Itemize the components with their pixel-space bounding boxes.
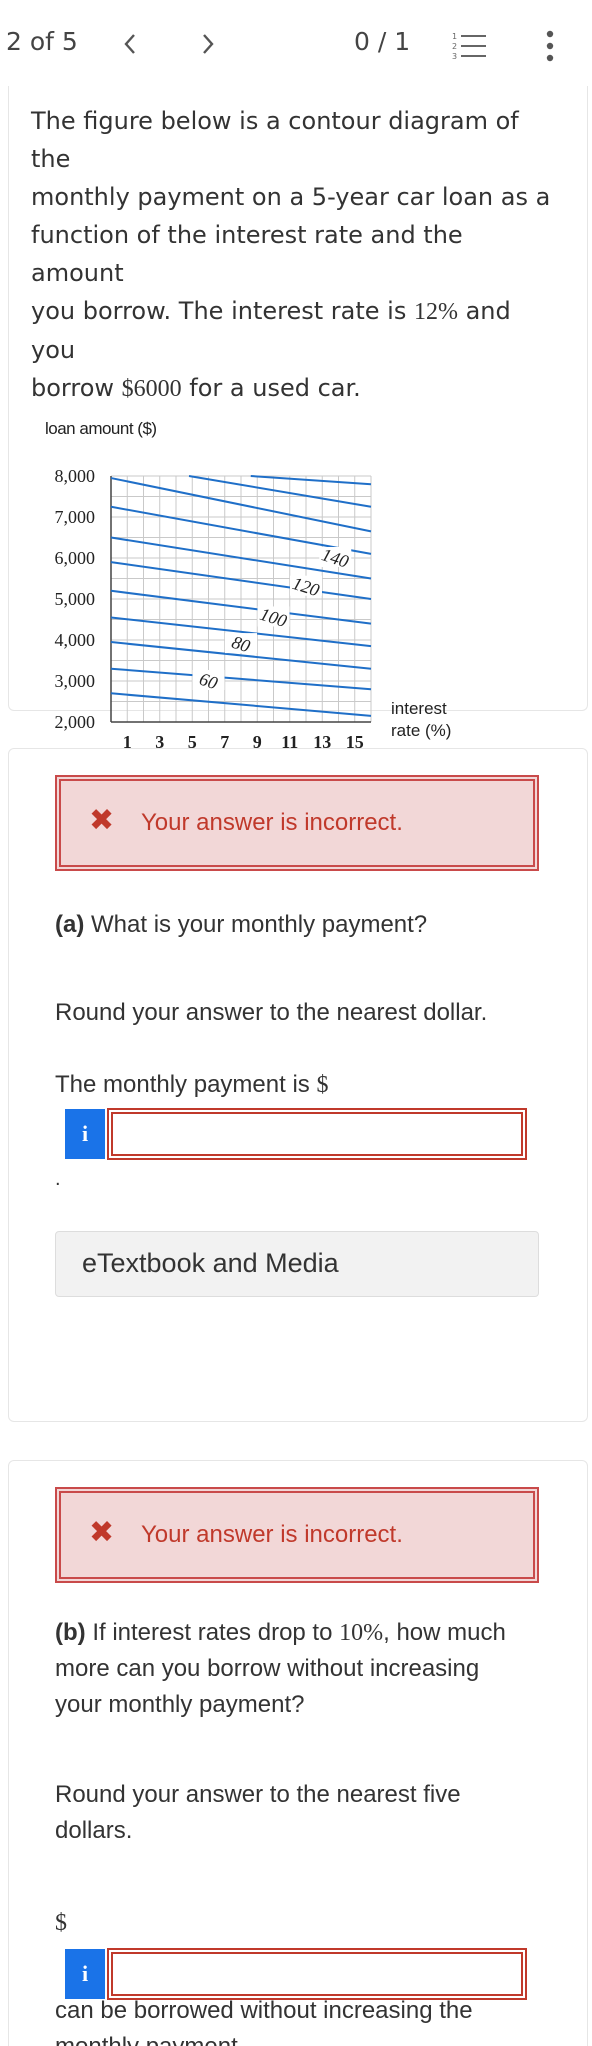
- contour-line: [250, 475, 372, 486]
- instruction-line: dollars.: [55, 1817, 133, 1844]
- question-score: 0 / 1: [354, 27, 411, 56]
- question-text: , how much: [383, 1619, 506, 1646]
- prompt-text: The monthly payment is: [55, 1071, 317, 1098]
- incorrect-message: Your answer is incorrect.: [141, 809, 403, 836]
- etextbook-label: eTextbook and Media: [82, 1248, 339, 1278]
- problem-card: The figure below is a contour diagram of…: [8, 86, 588, 752]
- y-tick-label: 6,000: [55, 548, 96, 568]
- question-line: (b) If interest rates drop to 10%, how m…: [55, 1615, 555, 1651]
- question-nav-bar: 2 of 5 0 / 1 1 2 3: [0, 0, 592, 86]
- answer-prompt: The monthly payment is $: [55, 1067, 555, 1103]
- chevron-right-icon: [203, 34, 214, 54]
- question-text: If interest rates drop to: [85, 1619, 340, 1646]
- svg-text:1: 1: [452, 32, 457, 41]
- y-axis-label: loan amount ($): [45, 419, 157, 438]
- question-line: your monthly payment?: [55, 1691, 305, 1718]
- part-b-card: ✖ Your answer is incorrect. (b) If inter…: [8, 1460, 588, 2046]
- etextbook-media-button[interactable]: eTextbook and Media: [55, 1231, 539, 1297]
- new-rate-value: 10%: [339, 1620, 384, 1646]
- incorrect-answer-banner: ✖ Your answer is incorrect.: [55, 1487, 539, 1583]
- part-a-question: (a) What is your monthly payment?: [55, 907, 555, 943]
- question-text: What is your monthly payment?: [84, 911, 428, 938]
- incorrect-x-icon: ✖: [89, 803, 115, 838]
- x-axis-label-line1: interest: [391, 699, 447, 718]
- previous-question-button[interactable]: [110, 24, 150, 64]
- x-axis-label-line2: rate (%): [391, 721, 451, 740]
- y-tick-label: 4,000: [55, 630, 96, 650]
- info-button[interactable]: i: [65, 1949, 105, 1999]
- question-list-button[interactable]: 1 2 3: [452, 30, 488, 61]
- contour-chart: loan amount ($) interest rate (%) 60 80 10…: [23, 322, 463, 772]
- rounding-instruction: Round your answer to the nearest five do…: [55, 1777, 555, 1849]
- y-tick-label: 8,000: [55, 466, 96, 486]
- contour-chart-svg: loan amount ($) interest rate (%) 608010…: [45, 419, 451, 752]
- question-line: more can you borrow without increasing: [55, 1655, 480, 1682]
- chevron-left-icon: [124, 34, 135, 54]
- y-tick-label: 5,000: [55, 589, 96, 609]
- part-label: (b): [55, 1619, 86, 1646]
- suffix-line: can be borrowed without increasing the: [55, 1997, 473, 2024]
- part-a-card: ✖ Your answer is incorrect. (a) What is …: [8, 748, 588, 1422]
- y-tick-label: 3,000: [55, 671, 96, 691]
- trailing-period: .: [55, 1168, 61, 1190]
- answer-suffix: can be borrowed without increasing the m…: [55, 1993, 555, 2046]
- rounding-instruction: Round your answer to the nearest dollar.: [55, 999, 488, 1026]
- y-tick-label: 7,000: [55, 507, 96, 527]
- problem-line: function of the interest rate and the am…: [31, 221, 463, 287]
- numbered-list-icon: 1 2 3: [452, 32, 486, 61]
- question-counter: 2 of 5: [6, 27, 78, 56]
- dollar-sign: $: [316, 1072, 329, 1098]
- problem-line: monthly payment on a 5-year car loan as …: [31, 183, 551, 211]
- next-question-button[interactable]: [188, 24, 228, 64]
- vertical-ellipsis-icon: [546, 30, 554, 62]
- monthly-payment-input[interactable]: [107, 1108, 527, 1160]
- y-tick-label: 2,000: [55, 712, 96, 732]
- incorrect-x-icon: ✖: [89, 1515, 115, 1550]
- problem-text-span: you borrow. The interest rate is: [31, 297, 414, 325]
- info-button[interactable]: i: [65, 1109, 105, 1159]
- contour-line: [188, 475, 372, 508]
- more-options-button[interactable]: [540, 26, 560, 66]
- problem-line: The figure below is a contour diagram of…: [31, 107, 519, 173]
- instruction-line: Round your answer to the nearest five: [55, 1781, 461, 1808]
- part-label: (a): [55, 911, 85, 938]
- svg-text:2: 2: [452, 42, 457, 51]
- suffix-line: monthly payment.: [55, 2029, 555, 2046]
- incorrect-message: Your answer is incorrect.: [141, 1521, 403, 1548]
- dollar-sign: $: [55, 1910, 67, 1936]
- svg-text:3: 3: [452, 52, 457, 60]
- part-b-question: (b) If interest rates drop to 10%, how m…: [55, 1615, 555, 1723]
- incorrect-answer-banner: ✖ Your answer is incorrect.: [55, 775, 539, 871]
